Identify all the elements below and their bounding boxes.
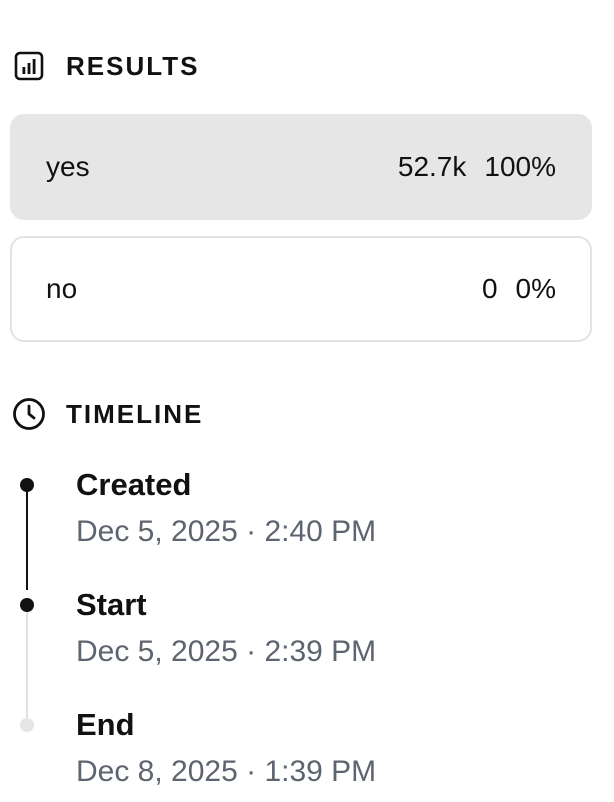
timeline-item-label: Created: [76, 467, 192, 502]
result-option-no[interactable]: no 0 0%: [10, 236, 592, 342]
timeline-header: TIMELINE: [12, 396, 203, 432]
timeline-dot-start: [20, 598, 34, 612]
timeline-connector-pending: [26, 606, 28, 718]
timeline-connector-completed: [26, 486, 28, 590]
clock-icon: [12, 397, 46, 431]
result-option-yes[interactable]: yes 52.7k 100%: [10, 114, 592, 220]
timeline-item-date: Dec 5, 2025 · 2:39 PM: [76, 635, 377, 668]
result-option-percent: 100%: [484, 151, 556, 182]
result-option-label: yes: [46, 151, 90, 182]
result-option-count: 0: [481, 273, 498, 304]
result-option-stats: 52.7k 100%: [398, 151, 556, 183]
bar-chart-icon: [12, 49, 46, 83]
timeline-item-date: Dec 5, 2025 · 2:40 PM: [76, 515, 377, 548]
timeline-item-date: Dec 8, 2025 · 1:39 PM: [76, 755, 377, 788]
timeline-item-end: End Dec 8, 2025 · 1:39 PM: [76, 706, 376, 790]
result-option-count: 52.7k: [397, 151, 467, 182]
timeline-item-created: Created Dec 5, 2025 · 2:40 PM: [76, 466, 376, 550]
timeline-dot-created: [20, 478, 34, 492]
result-option-stats: 0 0%: [482, 273, 556, 305]
timeline-title: TIMELINE: [66, 398, 204, 429]
timeline-item-start: Start Dec 5, 2025 · 2:39 PM: [76, 586, 376, 670]
results-title: RESULTS: [66, 50, 200, 81]
timeline-item-label: End: [76, 707, 135, 742]
result-option-percent: 0%: [515, 273, 556, 304]
timeline-dot-end: [20, 718, 34, 732]
result-option-label: no: [46, 273, 78, 304]
results-header: RESULTS: [12, 48, 199, 84]
timeline-item-label: Start: [76, 587, 147, 622]
